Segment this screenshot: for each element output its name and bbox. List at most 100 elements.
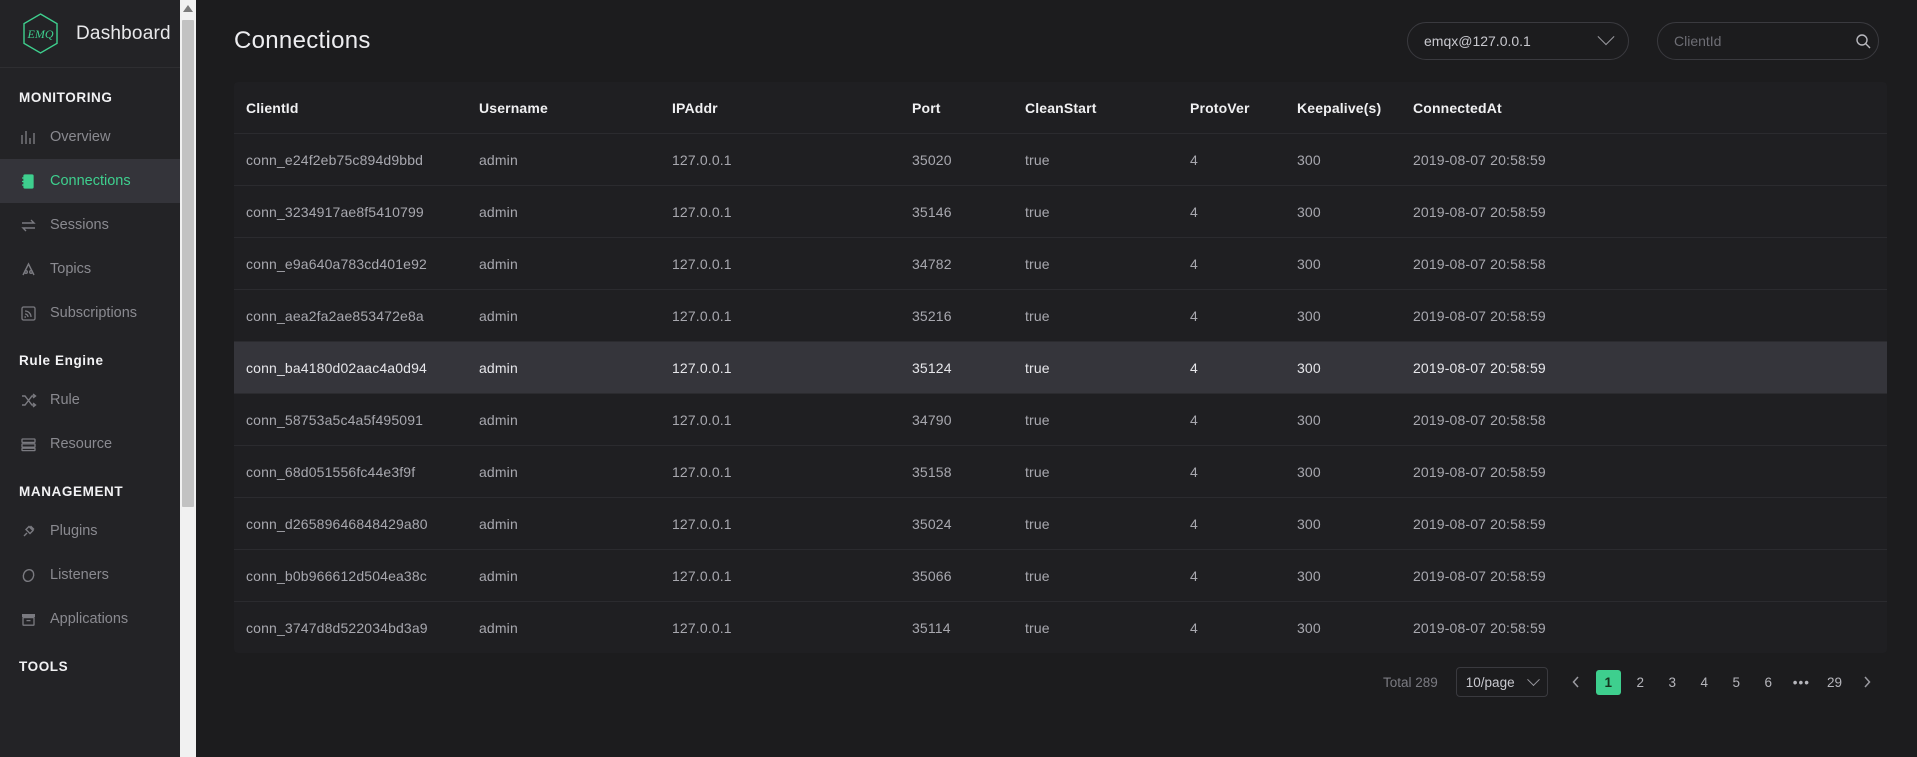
pagination-next-button[interactable]	[1854, 670, 1879, 695]
scrollbar-thumb[interactable]	[182, 20, 194, 507]
bar-chart-icon	[19, 128, 37, 146]
page-size-value: 10/page	[1465, 674, 1515, 690]
cell-username: admin	[479, 393, 672, 446]
sidebar-item-resource[interactable]: Resource	[0, 422, 196, 466]
sidebar-item-sessions[interactable]: Sessions	[0, 203, 196, 247]
table-row[interactable]: conn_ba4180d02aac4a0d94 admin 127.0.0.1 351…	[234, 341, 1887, 394]
sidebar-item-applications[interactable]: Applications	[0, 597, 196, 641]
sidebar-item-overview[interactable]: Overview	[0, 115, 196, 159]
cell-username: admin	[479, 237, 672, 290]
cell-connectedat: 2019-08-07 20:58:58	[1413, 393, 1887, 446]
table-body: conn_e24f2eb75c894d9bbd admin 127.0.0.1 350…	[234, 133, 1887, 654]
sidebar-item-topics[interactable]: Topics	[0, 247, 196, 291]
scroll-up-arrow-icon[interactable]	[183, 5, 193, 12]
sidebar-item-plugins[interactable]: Plugins	[0, 509, 196, 553]
sidebar: EMQ Dashboard MONITORING Overview Connec…	[0, 0, 196, 757]
column-header-clientid[interactable]: ClientId	[234, 82, 479, 134]
table-row[interactable]: conn_aea2fa2ae853472e8a admin 127.0.0.1 352…	[234, 289, 1887, 342]
table-row[interactable]: conn_58753a5c4a5f495091 admin 127.0.0.1 347…	[234, 393, 1887, 446]
table-row[interactable]: conn_e9a640a783cd401e92 admin 127.0.0.1 347…	[234, 237, 1887, 290]
pagination: 1 2 3 4 5 6 ••• 29	[1564, 669, 1879, 695]
column-header-connectedat[interactable]: ConnectedAt	[1413, 82, 1887, 134]
cell-cleanstart: true	[1025, 497, 1190, 550]
cell-ipaddr: 127.0.0.1	[672, 341, 912, 394]
cell-keepalive: 300	[1297, 185, 1413, 238]
cell-protover: 4	[1190, 497, 1297, 550]
column-header-port[interactable]: Port	[912, 82, 1025, 134]
cell-keepalive: 300	[1297, 393, 1413, 446]
column-header-ipaddr[interactable]: IPAddr	[672, 82, 912, 134]
cell-clientid: conn_3234917ae8f5410799	[234, 185, 479, 238]
nav-section-monitoring: MONITORING	[19, 90, 113, 105]
listen-icon	[19, 566, 37, 584]
pagination-prev-button[interactable]	[1564, 670, 1589, 695]
topics-icon	[19, 260, 37, 278]
cell-connectedat: 2019-08-07 20:58:59	[1413, 133, 1887, 186]
cell-ipaddr: 127.0.0.1	[672, 620, 732, 636]
node-select[interactable]: emqx@127.0.0.1	[1407, 22, 1629, 60]
cell-cleanstart: true	[1025, 341, 1190, 394]
cell-clientid: conn_aea2fa2ae853472e8a	[234, 289, 479, 342]
search-input[interactable]	[1674, 33, 1855, 49]
sidebar-item-label: Applications	[50, 611, 129, 627]
cell-cleanstart: true	[1025, 549, 1190, 602]
column-header-protover[interactable]: ProtoVer	[1190, 82, 1297, 134]
page-header: Connections emqx@127.0.0.1	[234, 0, 1887, 82]
column-header-cleanstart[interactable]: CleanStart	[1025, 82, 1190, 134]
connections-table: ClientId Username IPAddr Port CleanStart…	[234, 82, 1887, 653]
sidebar-item-label: Rule	[50, 392, 80, 408]
search-box[interactable]	[1657, 22, 1879, 60]
pagination-page-button[interactable]: 4	[1692, 670, 1717, 695]
cell-clientid: conn_ba4180d02aac4a0d94	[234, 341, 479, 394]
sidebar-item-label: Resource	[50, 436, 113, 452]
table-row[interactable]: conn_68d051556fc44e3f9f admin 127.0.0.1 351…	[234, 445, 1887, 498]
sidebar-item-connections[interactable]: Connections	[0, 159, 196, 203]
table-row[interactable]: conn_3747d8d522034bd3a9 admin 127.0.0.1 351…	[234, 602, 1887, 654]
pagination-page-button[interactable]: 6	[1756, 670, 1781, 695]
table-row[interactable]: conn_e24f2eb75c894d9bbd admin 127.0.0.1 350…	[234, 133, 1887, 186]
chevron-down-icon	[1597, 28, 1615, 46]
plug-icon	[19, 522, 37, 540]
cell-protover: 4	[1190, 445, 1297, 498]
sidebar-scrollbar[interactable]	[180, 0, 196, 757]
cell-clientid: conn_d26589646848429a80	[234, 497, 479, 550]
table-row[interactable]: conn_b0b966612d504ea38c admin 127.0.0.1 350…	[234, 549, 1887, 602]
exchange-icon	[19, 216, 37, 234]
rss-icon	[19, 304, 37, 322]
sidebar-item-label: Sessions	[50, 217, 109, 233]
sidebar-item-rule[interactable]: Rule	[0, 378, 196, 422]
pagination-page-button[interactable]: 3	[1660, 670, 1685, 695]
table-footer: Total 289 10/page 1 2 3 4 5 6 ••• 29	[234, 653, 1887, 697]
column-header-keepalive[interactable]: Keepalive(s)	[1297, 82, 1413, 134]
table-row[interactable]: conn_3234917ae8f5410799 admin 127.0.0.1 351…	[234, 185, 1887, 238]
main-content: Connections emqx@127.0.0.1 ClientId Clie…	[196, 0, 1917, 757]
page-size-select[interactable]: 10/page	[1455, 667, 1548, 697]
column-header-username[interactable]: Username	[479, 82, 672, 134]
sidebar-item-label: Listeners	[50, 567, 109, 583]
pagination-page-button[interactable]: 5	[1724, 670, 1749, 695]
cell-connectedat: 2019-08-07 20:58:59	[1413, 497, 1887, 550]
search-icon[interactable]	[1855, 33, 1871, 49]
archive-icon	[19, 610, 37, 628]
sidebar-item-subscriptions[interactable]: Subscriptions	[0, 291, 196, 335]
cell-connectedat: 2019-08-07 20:58:59	[1413, 549, 1887, 602]
cell-keepalive: 300	[1297, 289, 1413, 342]
pagination-page-button[interactable]: 1	[1595, 669, 1621, 695]
pagination-page-button[interactable]: 2	[1628, 670, 1653, 695]
cell-clientid: conn_58753a5c4a5f495091	[234, 393, 479, 446]
cell-username: admin	[479, 289, 672, 342]
connections-table-card: ClientId Username IPAddr Port CleanStart…	[234, 82, 1887, 653]
table-row[interactable]: conn_d26589646848429a80 admin 127.0.0.1 350…	[234, 497, 1887, 550]
cell-protover: 4	[1190, 185, 1297, 238]
cell-username: admin	[479, 549, 672, 602]
cell-clientid: conn_3747d8d522034bd3a9	[246, 620, 428, 636]
cell-keepalive: 300	[1297, 620, 1321, 636]
pagination-ellipsis[interactable]: •••	[1788, 670, 1815, 695]
cell-keepalive: 300	[1297, 549, 1413, 602]
cell-protover: 4	[1190, 620, 1198, 636]
cell-cleanstart: true	[1025, 620, 1050, 636]
cell-keepalive: 300	[1297, 341, 1413, 394]
sidebar-item-listeners[interactable]: Listeners	[0, 553, 196, 597]
brand-header[interactable]: EMQ Dashboard	[0, 0, 196, 68]
pagination-page-button[interactable]: 29	[1822, 670, 1847, 695]
